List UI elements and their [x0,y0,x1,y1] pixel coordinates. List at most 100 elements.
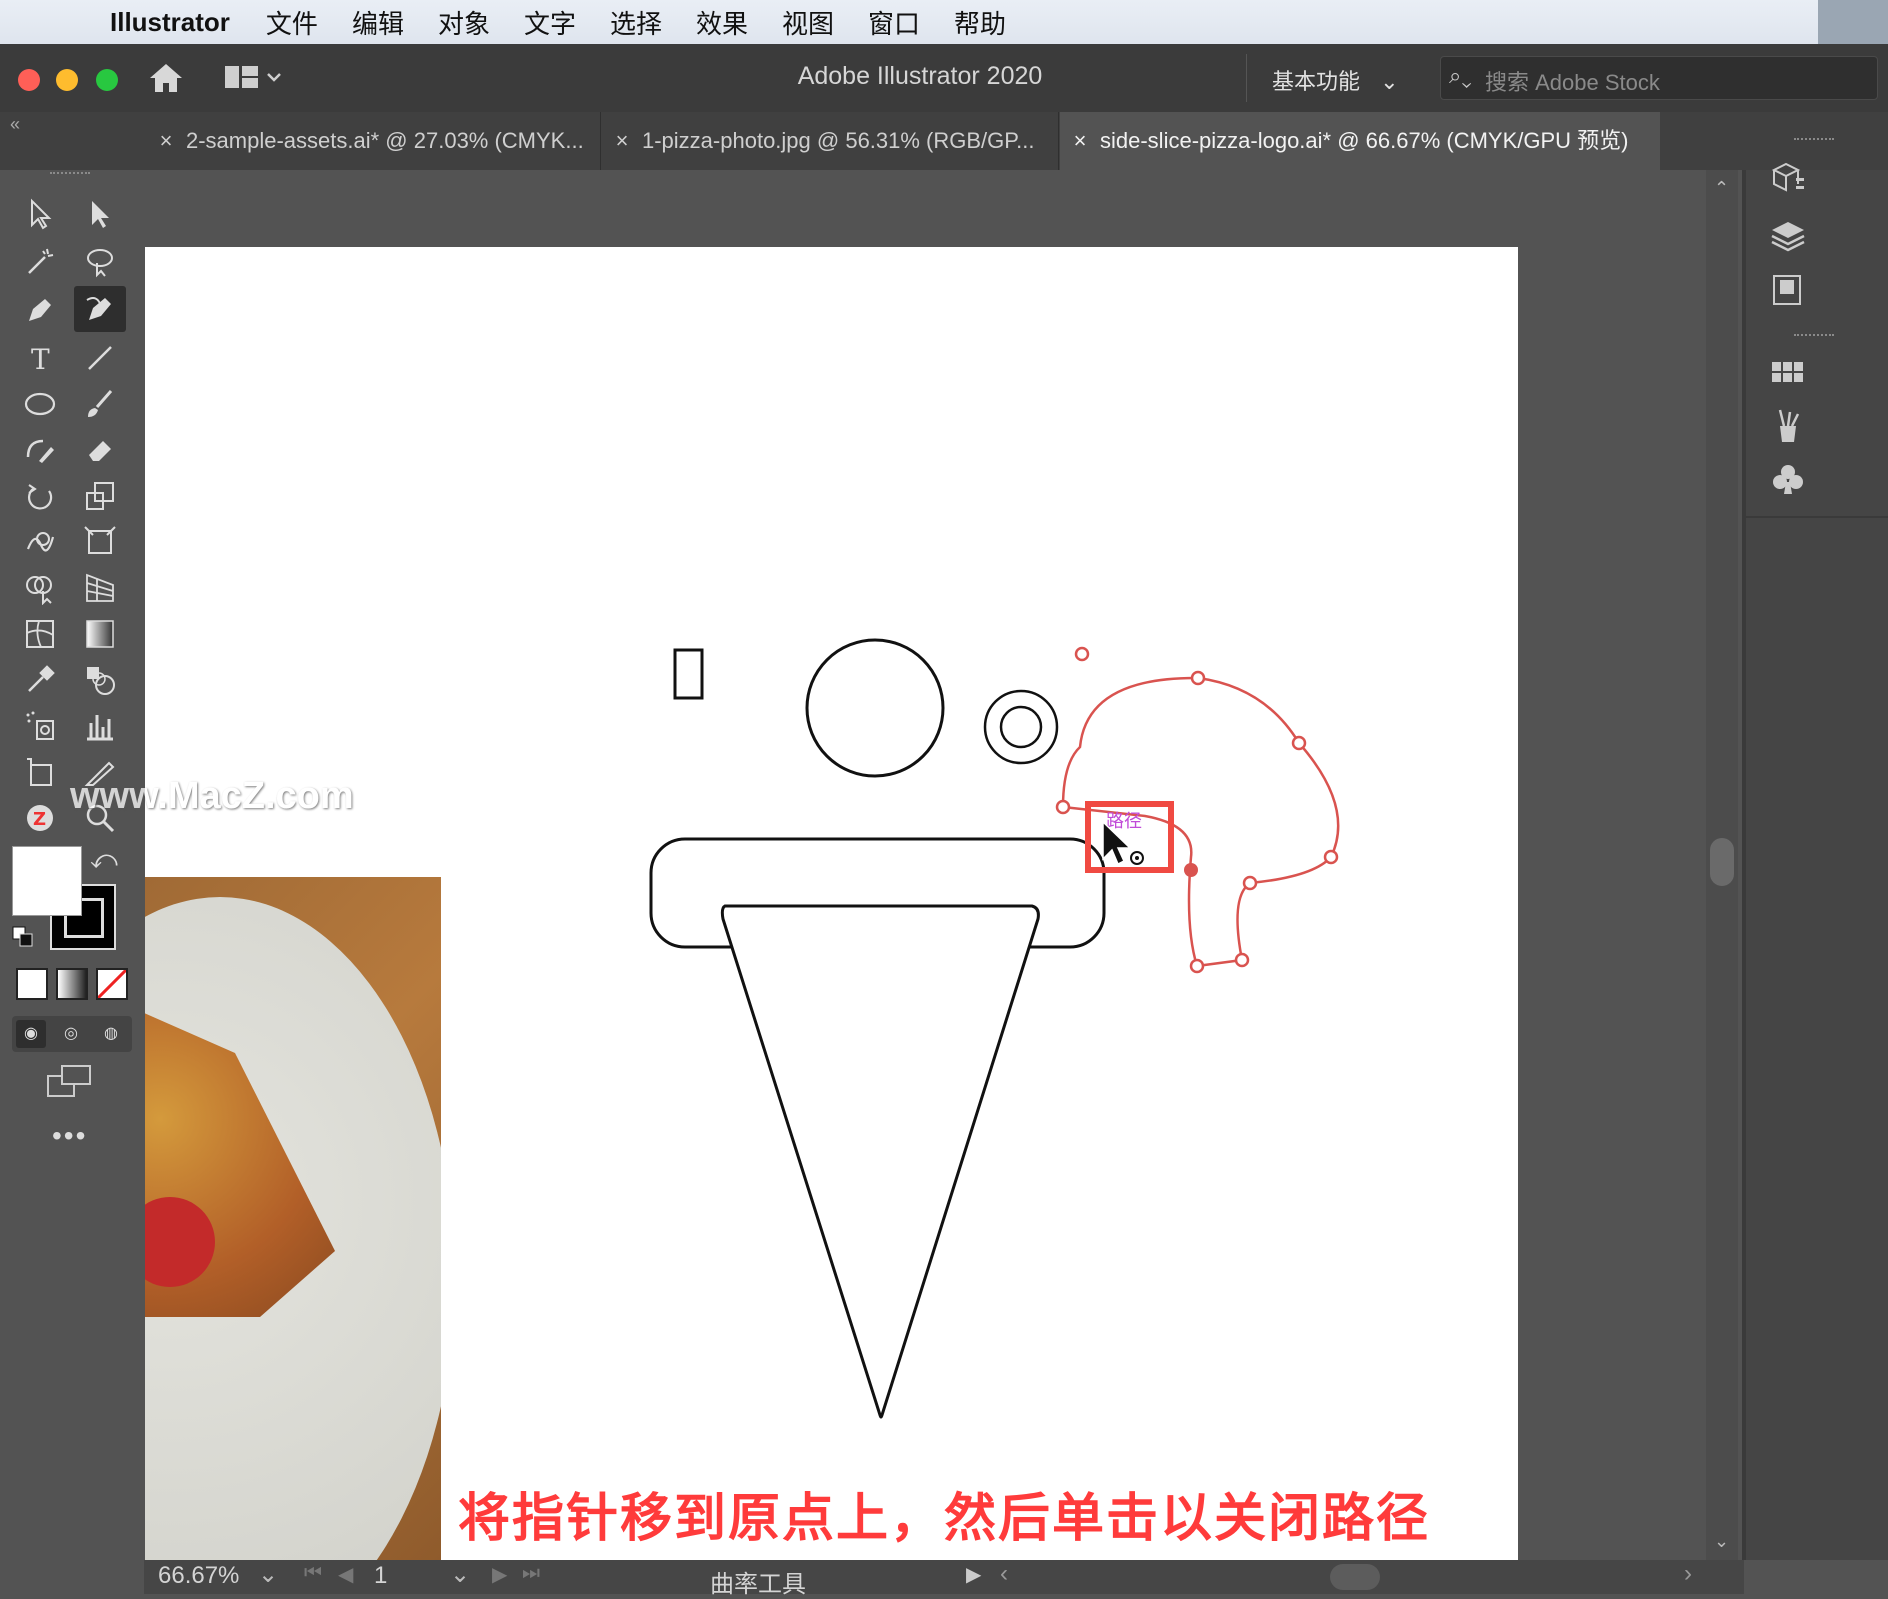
pizza-slice-shape[interactable] [720,904,1040,1419]
pen-tool-icon[interactable] [18,290,62,330]
blend-tool-icon[interactable] [78,660,122,700]
magic-wand-tool-icon[interactable] [18,242,62,282]
drawing-modes: ◉ ◎ ◍ [12,1016,132,1052]
none-mode-button[interactable] [96,968,128,1000]
small-rectangle-shape[interactable] [673,648,704,700]
scroll-thumb[interactable] [1710,838,1734,886]
mesh-tool-icon[interactable] [18,614,62,654]
direct-selection-tool-icon[interactable] [78,194,122,234]
menu-type[interactable]: 文字 [524,4,576,41]
type-tool-icon[interactable]: T [18,338,62,378]
tab-sample-assets[interactable]: × 2-sample-assets.ai* @ 27.03% (CMYK... [146,112,601,170]
close-path-indicator-dot [1135,856,1139,860]
selected-anchor-point[interactable] [1184,863,1198,877]
video-caption: 将指针移到原点上，然后单击以关闭路径 [457,1490,1430,1548]
status-menu-arrow-icon[interactable]: ▶ [966,1562,981,1587]
stock-search-input[interactable]: ⌕⌄ 搜索 Adobe Stock [1440,56,1878,100]
panel-grip[interactable] [50,172,90,182]
artboard-tool-icon[interactable] [18,752,62,792]
panel-grip[interactable] [1794,334,1834,342]
color-mode-button[interactable] [16,968,48,1000]
tools-panel: T Z ⤺ ◉ ◎ ◍ ••• [0,170,142,1560]
selection-tool-icon[interactable] [18,194,62,234]
artboard[interactable]: 路径 [145,247,1518,1560]
mac-menu-bar: Illustrator 文件 编辑 对象 文字 选择 效果 视图 窗口 帮助 [0,0,1888,44]
vertical-scrollbar[interactable]: ⌃ ⌄ [1706,170,1738,1560]
column-graph-tool-icon[interactable] [78,706,122,746]
swatches-panel-icon[interactable] [1764,350,1812,394]
last-artboard-icon[interactable]: ⏭ [522,1562,540,1585]
change-screen-mode-icon[interactable] [46,1064,94,1100]
zoom-chevron-down-icon[interactable]: ⌄ [258,1560,278,1589]
gradient-tool-icon[interactable] [78,614,122,654]
menubar-right-area [1818,0,1888,44]
menu-select[interactable]: 选择 [610,4,662,41]
horizontal-scroll-thumb[interactable] [1330,1564,1380,1590]
pizza-photo[interactable] [145,877,441,1560]
workspace-switcher[interactable]: 基本功能 ⌄ [1272,64,1399,96]
brushes-panel-icon[interactable] [1764,404,1812,448]
default-colors-icon[interactable] [12,926,34,948]
free-transform-tool-icon[interactable] [78,522,122,562]
ring-outer-shape[interactable] [983,689,1059,765]
menu-view[interactable]: 视图 [782,4,834,41]
close-icon[interactable]: × [1060,112,1100,170]
menu-edit[interactable]: 编辑 [352,4,404,41]
warp-tool-icon[interactable] [18,522,62,562]
mushroom-path[interactable] [1061,676,1340,968]
draw-behind-icon[interactable]: ◎ [56,1020,86,1048]
tab-pizza-photo[interactable]: × 1-pizza-photo.jpg @ 56.31% (RGB/GP... [602,112,1059,170]
symbol-sprayer-tool-icon[interactable] [18,706,62,746]
scroll-right-icon[interactable]: › [1684,1560,1692,1588]
libraries-panel-icon[interactable] [1764,268,1812,312]
fill-color-swatch[interactable] [12,846,82,916]
status-bar: 66.67% ⌄ ⏮ ◀ 1 ⌄ ▶ ⏭ 曲率工具 ▶ ‹ › [144,1560,1744,1598]
next-artboard-icon[interactable]: ▶ [492,1562,507,1587]
gradient-mode-button[interactable] [56,968,88,1000]
draw-inside-icon[interactable]: ◍ [96,1020,126,1048]
previous-artboard-icon[interactable]: ◀ [338,1562,353,1587]
hand-tool-icon[interactable]: Z [18,798,62,838]
eraser-tool-icon[interactable] [78,430,122,470]
menu-window[interactable]: 窗口 [868,4,920,41]
scroll-left-icon[interactable]: ‹ [1000,1560,1008,1588]
first-artboard-icon[interactable]: ⏮ [304,1562,322,1585]
draw-normal-icon[interactable]: ◉ [16,1020,46,1048]
artboard-number-field[interactable]: 1 [374,1562,387,1590]
layers-panel-icon[interactable] [1764,214,1812,258]
zoom-level-field[interactable]: 66.67% [158,1562,239,1590]
line-segment-tool-icon[interactable] [78,338,122,378]
menu-object[interactable]: 对象 [438,4,490,41]
ellipse-tool-icon[interactable] [18,384,62,424]
panel-grip[interactable] [1794,138,1834,146]
app-menu[interactable]: Illustrator [110,7,230,38]
menu-help[interactable]: 帮助 [954,4,1006,41]
more-tools-icon[interactable]: ••• [52,1120,87,1152]
artboard-chevron-down-icon[interactable]: ⌄ [450,1560,470,1589]
menu-effect[interactable]: 效果 [696,4,748,41]
title-bar: Adobe Illustrator 2020 基本功能 ⌄ ⌕⌄ 搜索 Adob… [0,44,1888,112]
eyedropper-tool-icon[interactable] [18,660,62,700]
menu-file[interactable]: 文件 [266,4,318,41]
swap-fill-stroke-icon[interactable]: ⤺ [90,844,118,876]
svg-text:Z: Z [33,809,46,830]
close-icon[interactable]: × [146,112,186,170]
circle-shape[interactable] [805,638,945,778]
tab-pizza-logo[interactable]: × side-slice-pizza-logo.ai* @ 66.67% (CMY… [1060,112,1660,170]
scale-tool-icon[interactable] [78,476,122,516]
search-icon: ⌕⌄ [1449,63,1472,88]
collapse-left-icon[interactable]: « [10,114,20,135]
perspective-grid-tool-icon[interactable] [78,568,122,608]
lasso-tool-icon[interactable] [78,242,122,282]
shaper-tool-icon[interactable] [18,430,62,470]
scroll-up-icon[interactable]: ⌃ [1714,178,1729,199]
rotate-tool-icon[interactable] [18,476,62,516]
symbols-panel-icon[interactable] [1764,458,1812,502]
paintbrush-tool-icon[interactable] [78,384,122,424]
curvature-tool-icon[interactable] [74,286,126,332]
document-tab-bar: « × 2-sample-assets.ai* @ 27.03% (CMYK...… [0,112,1888,170]
ring-inner-shape[interactable] [999,705,1043,749]
shape-builder-tool-icon[interactable] [18,568,62,608]
close-icon[interactable]: × [602,112,642,170]
properties-panel-icon[interactable] [1764,158,1812,202]
